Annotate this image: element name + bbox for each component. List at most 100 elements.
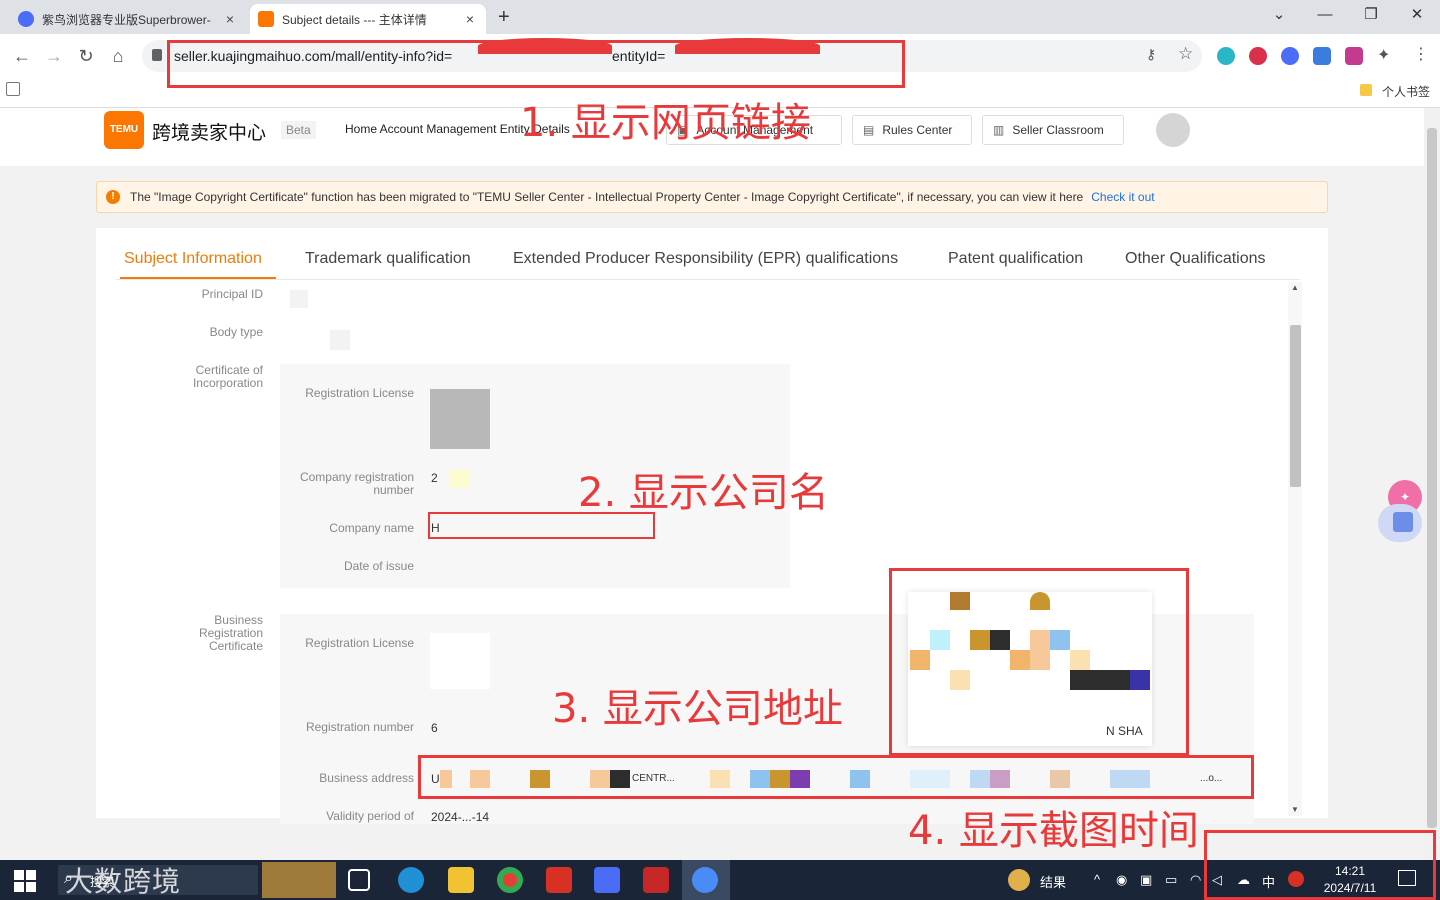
validity-period-value: 2024-...-14: [431, 810, 490, 824]
key-icon[interactable]: ⚷: [1146, 46, 1156, 63]
principal-id-label: Principal ID: [201, 287, 263, 301]
scroll-up-icon[interactable]: ▲: [1291, 283, 1299, 292]
registration-number-label: Registration number: [305, 720, 414, 734]
tray-app-icon[interactable]: ◉: [1116, 872, 1127, 888]
close-tab-icon[interactable]: ×: [222, 11, 238, 27]
certificate-of-incorporation-label: Certificate of Incorporation: [192, 363, 263, 390]
beta-badge: Beta: [281, 121, 316, 139]
tab-divider: [116, 279, 1300, 280]
weather-text[interactable]: 结果: [1040, 872, 1066, 891]
annotation-box-clock: [1204, 830, 1436, 900]
wps-icon[interactable]: [643, 867, 669, 893]
company-name-label: Company name: [329, 521, 414, 535]
notice-banner: ! The "Image Copyright Certificate" func…: [96, 181, 1328, 213]
redaction-mark: [675, 38, 820, 54]
annotation-label-3: 3. 显示公司地址: [552, 686, 843, 732]
chrome-icon[interactable]: [497, 867, 523, 893]
watermark-logo: 大数跨境: [65, 866, 182, 897]
tab-other-qualifications[interactable]: Other Qualifications: [1125, 250, 1266, 268]
principal-id-value: [290, 290, 308, 308]
tray-chevron-icon[interactable]: ^: [1094, 872, 1100, 887]
rules-center-button[interactable]: ▤ Rules Center: [852, 115, 972, 145]
body-type-value: [330, 330, 350, 350]
bookmark-star-icon[interactable]: ☆: [1178, 44, 1193, 64]
new-tab-button[interactable]: +: [498, 6, 510, 29]
registration-license-image[interactable]: [430, 389, 490, 449]
search-highlight-image: [262, 862, 336, 898]
tab-subject-information[interactable]: Subject Information: [124, 250, 262, 268]
tab-title: 紫鸟浏览器专业版Superbrower-: [42, 12, 211, 27]
annotation-label-2: 2. 显示公司名: [578, 470, 829, 516]
close-tab-icon[interactable]: ×: [462, 11, 478, 27]
personal-bookmarks[interactable]: 个人书签: [1382, 83, 1430, 100]
tab-patent-qualification[interactable]: Patent qualification: [948, 250, 1083, 268]
reload-icon[interactable]: ↻: [75, 45, 97, 67]
validity-period-label: Validity period of: [326, 809, 414, 823]
extension-icon-5[interactable]: [1345, 47, 1363, 65]
body-type-label: Body type: [209, 325, 263, 339]
translate-icon: [1393, 512, 1413, 532]
registration-license-2-label: Registration License: [305, 636, 414, 650]
browser-tab-superbrowser[interactable]: 紫鸟浏览器专业版Superbrower- ×: [10, 4, 246, 34]
business-registration-certificate-label: Business Registration Certificate: [198, 613, 263, 653]
restore-button[interactable]: ❐: [1356, 4, 1386, 26]
page-scrollbar-thumb[interactable]: [1427, 128, 1437, 828]
app-icon-red[interactable]: [546, 867, 572, 893]
warning-icon: !: [106, 190, 120, 204]
battery-icon[interactable]: ▭: [1165, 872, 1177, 888]
extension-icon-1[interactable]: [1217, 47, 1235, 65]
button-label: Rules Center: [882, 123, 953, 137]
wifi-icon[interactable]: ◠: [1190, 872, 1201, 888]
button-label: Seller Classroom: [1012, 123, 1104, 137]
annotation-label-4: 4. 显示截图时间: [908, 808, 1199, 854]
temu-favicon-icon: [258, 11, 274, 27]
screenshot-icon[interactable]: [6, 82, 20, 96]
business-address-label: Business address: [319, 771, 414, 785]
weather-icon[interactable]: [1008, 869, 1030, 891]
windows-start-icon[interactable]: [14, 870, 36, 892]
scroll-down-icon[interactable]: ▼: [1291, 805, 1299, 814]
rules-icon: ▤: [863, 123, 875, 137]
redacted-block: [450, 470, 470, 488]
date-of-issue-label: Date of issue: [343, 559, 414, 573]
task-view-icon[interactable]: [348, 869, 370, 891]
close-window-button[interactable]: ✕: [1402, 4, 1432, 26]
annotation-box-address-image: [889, 568, 1189, 756]
tray-clipboard-icon[interactable]: ▣: [1140, 872, 1152, 888]
book-icon: ▥: [993, 123, 1005, 137]
superbrowser-active-icon[interactable]: [692, 867, 718, 893]
tab-title: Subject details --- 主体详情: [282, 12, 427, 27]
page-scrollbar[interactable]: [1424, 108, 1440, 860]
annotation-label-1: 1. 显示网页链接: [520, 100, 811, 146]
active-tab-indicator: [120, 277, 276, 279]
notice-text: The "Image Copyright Certificate" functi…: [130, 190, 1084, 204]
superbrowser-taskbar-icon[interactable]: [594, 867, 620, 893]
tab-search-dropdown-icon[interactable]: ⌄: [1264, 4, 1294, 26]
redaction-mark: [478, 38, 612, 54]
registration-license-label: Registration License: [305, 386, 414, 400]
company-registration-number-value: 2: [431, 471, 438, 485]
seller-classroom-button[interactable]: ▥ Seller Classroom: [982, 115, 1124, 145]
tab-trademark-qualification[interactable]: Trademark qualification: [305, 250, 471, 268]
brand-title: 跨境卖家中心: [152, 123, 267, 144]
translate-extension-icon[interactable]: [1313, 47, 1331, 65]
edge-browser-icon[interactable]: [398, 867, 424, 893]
superbrowser-icon: [18, 11, 34, 27]
folder-icon: [1360, 84, 1372, 96]
extensions-puzzle-icon[interactable]: ✦: [1377, 45, 1390, 65]
inner-scrollbar-thumb[interactable]: [1290, 325, 1301, 487]
extension-icon-2[interactable]: [1249, 47, 1267, 65]
extension-icon-3[interactable]: [1281, 47, 1299, 65]
forward-icon[interactable]: →: [43, 45, 65, 67]
back-icon[interactable]: ←: [11, 45, 33, 67]
file-explorer-icon[interactable]: [448, 867, 474, 893]
check-it-out-link[interactable]: Check it out: [1091, 190, 1154, 204]
browser-tab-subject-details[interactable]: Subject details --- 主体详情 ×: [250, 4, 486, 34]
temu-logo[interactable]: TEMU: [104, 111, 144, 149]
home-icon[interactable]: ⌂: [107, 45, 129, 67]
minimize-button[interactable]: —: [1310, 4, 1340, 26]
menu-dots-icon[interactable]: ⋮: [1413, 44, 1429, 64]
registration-license-2-image[interactable]: [430, 633, 490, 689]
tab-epr-qualifications[interactable]: Extended Producer Responsibility (EPR) q…: [513, 250, 898, 268]
avatar[interactable]: [1156, 113, 1190, 147]
